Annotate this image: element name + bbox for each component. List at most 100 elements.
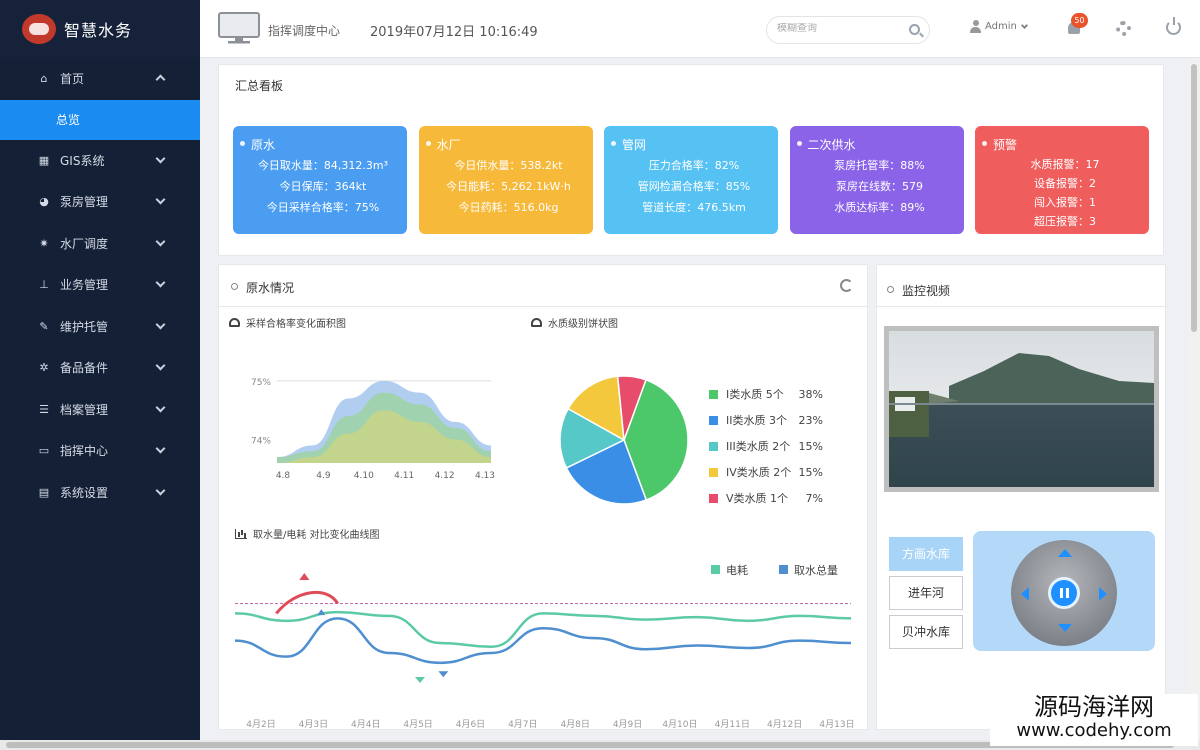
min-marker-icon xyxy=(415,677,425,683)
pause-button[interactable] xyxy=(1048,577,1080,609)
legend-swatch xyxy=(779,565,788,574)
search-input[interactable] xyxy=(777,23,907,34)
refresh-icon[interactable] xyxy=(840,279,853,292)
card-metric: 设备报警：2 xyxy=(1034,177,1096,190)
reservoir-button-2[interactable]: 贝冲水库 xyxy=(889,615,963,649)
video-scene xyxy=(889,353,1154,437)
x-tick-label: 4.13 xyxy=(475,471,495,481)
x-tick-label: 4月7日 xyxy=(508,719,537,729)
legend-percent: 38% xyxy=(799,388,823,401)
sidebar-item-6[interactable]: ✲ 备品备件 xyxy=(0,347,200,389)
card-title: 预警 xyxy=(982,136,1139,153)
card-metric: 水质达标率：89% xyxy=(834,201,925,214)
power-icon[interactable] xyxy=(1166,17,1181,35)
card-title: 水厂 xyxy=(425,136,583,153)
x-tick-label: 4月3日 xyxy=(299,719,328,729)
cog-icon: ✷ xyxy=(39,236,49,250)
x-tick-label: 4月11日 xyxy=(715,719,750,729)
raw-water-title: 原水情况 xyxy=(246,281,295,295)
sidebar: 智慧水务 ⌂ 首页总览 ▦ GIS系统 ◕ 泵房管理 ✷ 水厂调度 ⊥ 业务管理 ✎ 维护托管 ✲ 备品备… xyxy=(0,0,200,740)
summary-card-1[interactable]: 水厂今日供水量：538.2kt 今日能耗：5,262.1kW·h 今日药耗：516.… xyxy=(418,126,593,234)
x-tick-label: 4月13日 xyxy=(819,719,854,729)
reservoir-button-1[interactable]: 进年河 xyxy=(889,576,963,610)
notification-badge: 50 xyxy=(1071,13,1088,28)
card-metric: 泵房托管率：88% xyxy=(834,159,925,172)
legend-label: 电耗 xyxy=(726,564,748,577)
sidebar-item-label: GIS系统 xyxy=(60,153,105,168)
x-tick-label: 4月6日 xyxy=(456,719,485,729)
card-metric: 今日供水量：538.2kt xyxy=(454,159,563,172)
card-metric: 超压报警：3 xyxy=(1034,215,1096,228)
card-title: 管网 xyxy=(611,136,768,153)
legend-percent: 15% xyxy=(799,440,823,453)
user-name: Admin xyxy=(985,21,1017,32)
sidebar-item-2[interactable]: ◕ 泵房管理 xyxy=(0,181,200,223)
arrow-up-icon[interactable] xyxy=(1058,549,1072,557)
legend-label: V类水质 1个 xyxy=(726,491,788,505)
chevron-down-icon xyxy=(155,153,166,163)
chevron-down-icon xyxy=(155,360,166,371)
topbar: 指挥调度中心 2019年07月12日 10:16:49 Admin 50 xyxy=(200,0,1200,58)
raw-water-panel: 原水情况 采样合格率变化面积图 水质级别饼状图 75% 74% 4.8 4.9 4.10… xyxy=(218,264,868,730)
x-tick-label: 4月12日 xyxy=(767,719,802,729)
video-title: 监控视频 xyxy=(902,284,951,298)
chevron-down-icon xyxy=(155,277,166,288)
watermark: 源码海洋网 www.codehy.com xyxy=(990,694,1198,746)
cogs-icon: ✲ xyxy=(39,361,49,375)
x-tick-label: 4月8日 xyxy=(560,719,589,729)
sidebar-item-8[interactable]: ▭ 指挥中心 xyxy=(0,430,200,472)
legend-percent: 7% xyxy=(806,492,823,505)
sidebar-subitem-overview[interactable]: 总览 xyxy=(0,99,200,140)
summary-card-4[interactable]: 预警 水质报警：17 设备报警：2 闯入报警：1 超压报警：3 xyxy=(975,126,1149,234)
sidebar-item-4[interactable]: ⊥ 业务管理 xyxy=(0,264,200,306)
sidebar-item-label: 首页 xyxy=(60,72,85,87)
sidebar-item-3[interactable]: ✷ 水厂调度 xyxy=(0,223,200,265)
summary-card-3[interactable]: 二次供水 泵房托管率：88% 泵房在线数：579 水质达标率：89% xyxy=(789,126,964,234)
card-metric: 管网检漏合格率：85% xyxy=(637,180,751,193)
card-metric: 今日药耗：516.0kg xyxy=(458,201,559,214)
arrow-right-icon[interactable] xyxy=(1099,587,1107,601)
legend-label: II类水质 3个 xyxy=(726,413,787,427)
edit-icon: ✎ xyxy=(39,319,49,333)
line-chart-title: 取水量/电耗 对比变化曲线图 xyxy=(235,526,380,541)
card-metric: 今日保库：364kt xyxy=(279,180,367,193)
user-menu[interactable]: Admin xyxy=(970,20,1028,33)
y-tick-label: 74% xyxy=(251,437,271,447)
summary-card-2[interactable]: 管网 压力合格率：82% 管网检漏合格率：85% 管道长度：476.5km xyxy=(604,126,778,234)
vertical-scrollbar[interactable] xyxy=(1188,58,1200,740)
ptz-control xyxy=(973,531,1155,651)
raw-water-header: 原水情况 xyxy=(219,265,867,307)
reservoir-button-0[interactable]: 方画水库 xyxy=(889,537,963,571)
x-tick-label: 4月9日 xyxy=(613,719,642,729)
arrow-left-icon[interactable] xyxy=(1021,587,1029,601)
card-metric: 泵房在线数：579 xyxy=(836,180,923,193)
list-icon: ☰ xyxy=(39,402,49,416)
bell-icon[interactable]: 50 xyxy=(1066,13,1088,37)
sidebar-item-label: 备品备件 xyxy=(60,361,109,376)
card-metric: 今日能耗：5,262.1kW·h xyxy=(446,180,571,193)
sidebar-item-label: 水厂调度 xyxy=(60,236,109,251)
pie-chart: I类水质 5个 38% II类水质 3个 23% III类水质 2个 15% IV类水质 2… xyxy=(559,375,823,505)
sidebar-item-7[interactable]: ☰ 档案管理 xyxy=(0,389,200,431)
line-chart: 电耗 取水总量 4月2日 4月3日 4月4日 4月5日 4月6日 4月7日 4月8日 4月9日 4月… xyxy=(234,563,855,729)
card-metric: 水质报警：17 xyxy=(1030,158,1100,171)
max-marker-icon xyxy=(299,573,310,580)
dashboard-icon xyxy=(531,318,542,327)
summary-card-0[interactable]: 原水 今日取水量：84,312.3m³ 今日保库：364kt 今日采样合格率：75% xyxy=(233,126,407,234)
video-feed[interactable] xyxy=(884,326,1159,492)
chevron-down-icon xyxy=(155,319,166,329)
line-chart-title-text: 取水量/电耗 对比变化曲线图 xyxy=(253,530,380,541)
gear-icon[interactable] xyxy=(1116,21,1131,36)
sidebar-item-1[interactable]: ▦ GIS系统 xyxy=(0,140,200,182)
sidebar-item-9[interactable]: ▤ 系统设置 xyxy=(0,472,200,514)
sidebar-item-label: 业务管理 xyxy=(60,278,109,293)
home-icon: ⌂ xyxy=(40,72,48,86)
legend-label: III类水质 2个 xyxy=(726,439,790,453)
search-icon[interactable] xyxy=(909,24,920,35)
user-icon xyxy=(970,20,981,33)
brand-title: 智慧水务 xyxy=(64,21,133,40)
sidebar-item-0[interactable]: ⌂ 首页 xyxy=(0,58,200,100)
chevron-up-icon xyxy=(155,74,166,85)
sidebar-item-5[interactable]: ✎ 维护托管 xyxy=(0,306,200,348)
arrow-down-icon[interactable] xyxy=(1058,624,1072,632)
